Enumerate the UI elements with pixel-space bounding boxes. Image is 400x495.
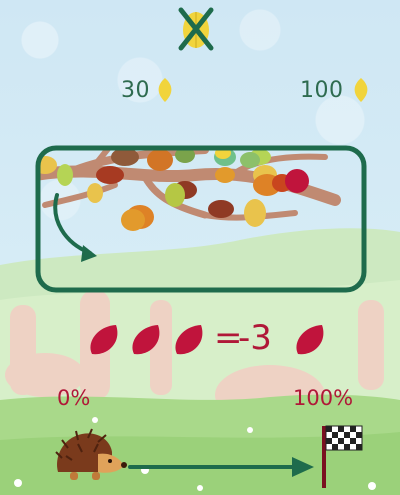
progress-end-label: 100% <box>293 386 354 410</box>
red-leaf-icon[interactable] <box>86 322 120 358</box>
game-scene: 30 100 = -3 0% 100% <box>0 0 400 495</box>
right-counter: 100 <box>300 78 344 103</box>
tree-branch-panel <box>35 145 367 293</box>
hedgehog-icon <box>55 428 127 480</box>
yellow-leaf-icon <box>354 78 368 102</box>
progress-arrow <box>128 457 314 477</box>
equation-value: -3 <box>238 318 272 358</box>
checkered-flag-icon <box>322 425 363 488</box>
yellow-leaf-icon <box>158 78 172 102</box>
progress-start-label: 0% <box>57 386 91 410</box>
left-counter: 30 <box>121 78 150 103</box>
red-leaf-icon[interactable] <box>292 322 326 358</box>
red-leaf-icon[interactable] <box>171 322 205 358</box>
red-leaf-icon[interactable] <box>128 322 162 358</box>
x-over-leaf-icon[interactable] <box>175 4 217 52</box>
